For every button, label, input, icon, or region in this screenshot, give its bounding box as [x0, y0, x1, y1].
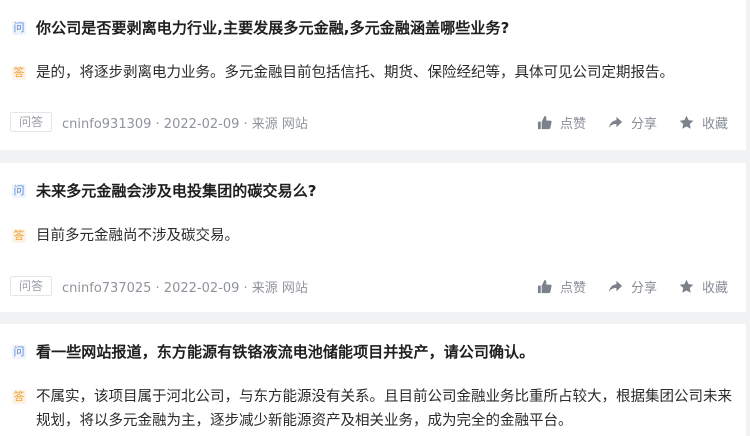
favorite-button[interactable]: 收藏 — [679, 113, 728, 132]
favorite-label: 收藏 — [701, 280, 728, 296]
qa-feed: 问 你公司是否要剥离电力行业,主要发展多元金融,多元金融涵盖哪些业务? 答 是的… — [0, 0, 750, 436]
action-bar: 点赞 分享 收藏 — [515, 113, 728, 132]
answer-tag: 答 — [12, 229, 26, 243]
like-label: 点赞 — [559, 280, 586, 296]
meta-info: cninfo737025 · 2022-02-09 · 来源 网站 — [62, 280, 308, 296]
category-chip: 问答 — [10, 276, 53, 296]
answer-tag: 答 — [12, 390, 26, 404]
answer-text: 不属实，该项目属于河北公司，与东方能源没有关系。且目前公司金融业务比重所占较大，… — [36, 389, 732, 429]
share-label: 分享 — [630, 280, 657, 296]
star-icon — [679, 115, 694, 129]
question-text[interactable]: 未来多元金融会涉及电投集团的碳交易么? — [36, 181, 317, 201]
answer-tag: 答 — [12, 66, 26, 80]
qa-card: 问 你公司是否要剥离电力行业,主要发展多元金融,多元金融涵盖哪些业务? 答 是的… — [0, 0, 746, 150]
question-tag: 问 — [12, 21, 26, 35]
answer-row: 答 不属实，该项目属于河北公司，与东方能源没有关系。且目前公司金融业务比重所占较… — [12, 387, 734, 433]
favorite-label: 收藏 — [701, 116, 728, 132]
question-row: 问 看一些网站报道，东方能源有铁铬液流电池储能项目并投产，请公司确认。 — [12, 342, 734, 362]
question-tag: 问 — [12, 184, 26, 198]
share-arrow-icon — [608, 280, 623, 292]
answer-text: 目前多元金融尚不涉及碳交易。 — [36, 228, 239, 244]
like-button[interactable]: 点赞 — [537, 113, 586, 132]
thumbs-up-icon — [537, 115, 552, 129]
share-button[interactable]: 分享 — [608, 277, 657, 296]
star-icon — [679, 279, 694, 293]
question-row: 问 未来多元金融会涉及电投集团的碳交易么? — [12, 181, 734, 201]
favorite-button[interactable]: 收藏 — [679, 277, 728, 296]
qa-card: 问 看一些网站报道，东方能源有铁铬液流电池储能项目并投产，请公司确认。 答 不属… — [0, 324, 746, 436]
qa-card: 问 未来多元金融会涉及电投集团的碳交易么? 答 目前多元金融尚不涉及碳交易。 问… — [0, 163, 746, 312]
like-label: 点赞 — [559, 116, 586, 132]
thumbs-up-icon — [537, 279, 552, 293]
question-text[interactable]: 你公司是否要剥离电力行业,主要发展多元金融,多元金融涵盖哪些业务? — [36, 18, 509, 38]
meta-info: cninfo931309 · 2022-02-09 · 来源 网站 — [62, 116, 308, 132]
meta-row: 问答 cninfo737025 · 2022-02-09 · 来源 网站 点赞 … — [10, 274, 728, 298]
share-arrow-icon — [608, 116, 623, 128]
category-chip: 问答 — [10, 112, 53, 132]
like-button[interactable]: 点赞 — [537, 277, 586, 296]
answer-text: 是的，将逐步剥离电力业务。多元金融目前包括信托、期货、保险经纪等，具体可见公司定… — [36, 65, 674, 81]
answer-row: 答 是的，将逐步剥离电力业务。多元金融目前包括信托、期货、保险经纪等，具体可见公… — [12, 63, 734, 85]
meta-row: 问答 cninfo931309 · 2022-02-09 · 来源 网站 点赞 … — [10, 110, 728, 134]
action-bar: 点赞 分享 收藏 — [515, 277, 728, 296]
share-label: 分享 — [630, 116, 657, 132]
share-button[interactable]: 分享 — [608, 113, 657, 132]
answer-row: 答 目前多元金融尚不涉及碳交易。 — [12, 226, 734, 248]
question-text[interactable]: 看一些网站报道，东方能源有铁铬液流电池储能项目并投产，请公司确认。 — [36, 342, 534, 362]
question-tag: 问 — [12, 345, 26, 359]
question-row: 问 你公司是否要剥离电力行业,主要发展多元金融,多元金融涵盖哪些业务? — [12, 18, 734, 38]
